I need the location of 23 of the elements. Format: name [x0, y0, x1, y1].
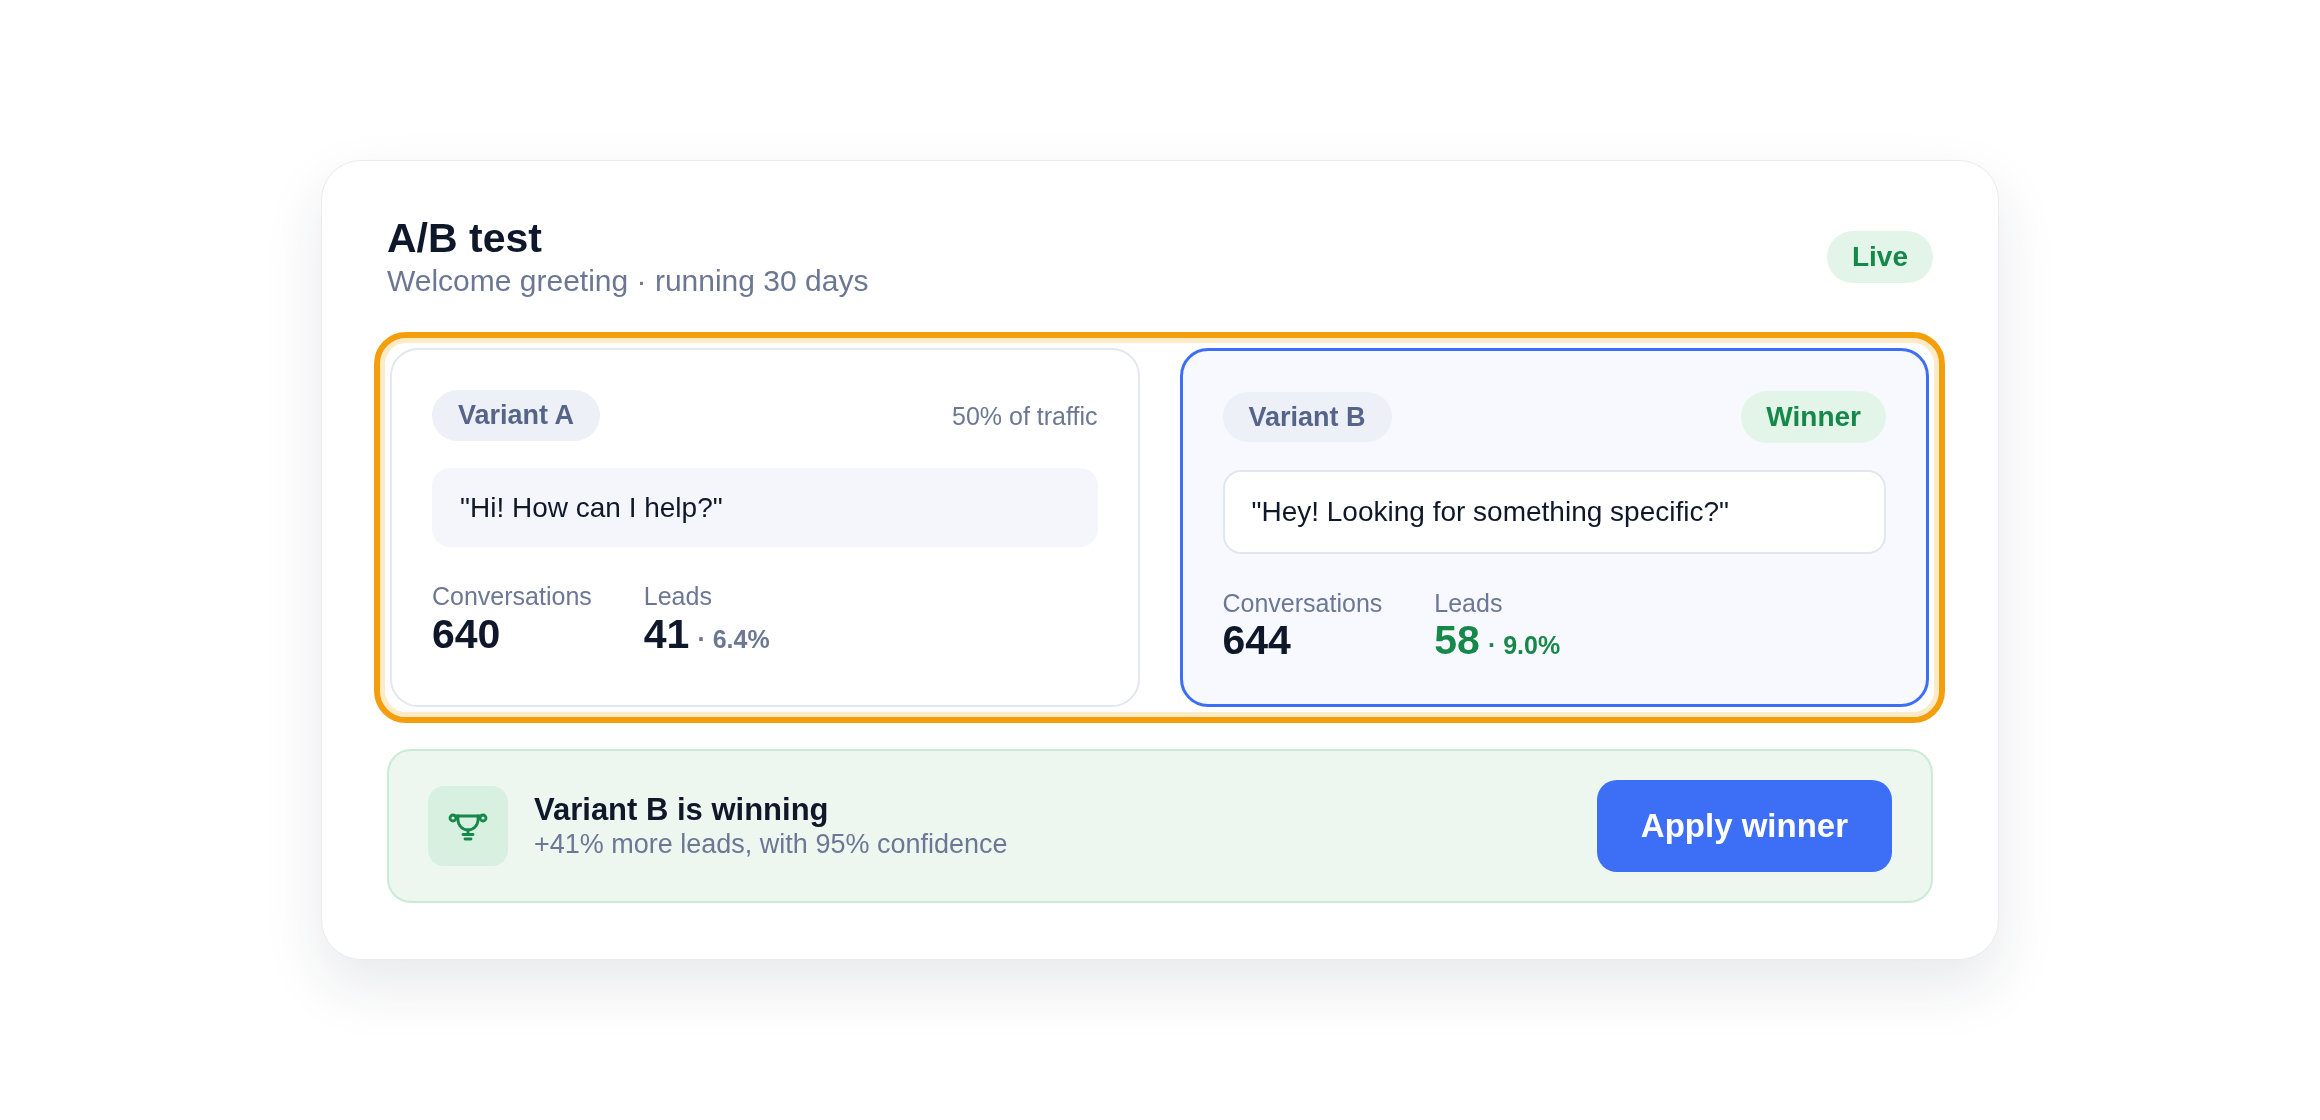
status-badge: Live [1826, 231, 1933, 283]
trophy-icon [428, 786, 508, 866]
stat-label: Conversations [432, 583, 592, 611]
greeting-message: "Hi! How can I help?" [432, 467, 1098, 548]
result-title: Variant B is winning [534, 792, 830, 828]
variant-tag: Variant A [432, 390, 601, 441]
greeting-message: "Hey! Looking for something specific?" [1222, 469, 1886, 554]
stat-label: Conversations [1222, 589, 1383, 618]
stat-label: Leads [643, 583, 713, 611]
variant-tag: Variant B [1222, 391, 1392, 443]
test-title: A/B test [387, 214, 543, 264]
stat-rate: · 9.0% [1487, 631, 1561, 660]
winner-badge: Winner [1741, 391, 1886, 443]
stat-value: 640 [432, 610, 501, 658]
traffic-share: 50% of traffic [952, 400, 1098, 431]
stat-label: Leads [1434, 589, 1504, 618]
result-detail: +41% more leads, with 95% confidence [534, 827, 1009, 860]
stat-value: 644 [1222, 617, 1291, 665]
stat-value: 41 [643, 610, 690, 658]
test-subtitle: Welcome greeting · running 30 days [387, 263, 869, 300]
stat-value: 58 [1434, 617, 1480, 665]
stat-rate: · 6.4% [697, 624, 770, 654]
apply-winner-button[interactable]: Apply winner [1596, 780, 1892, 872]
